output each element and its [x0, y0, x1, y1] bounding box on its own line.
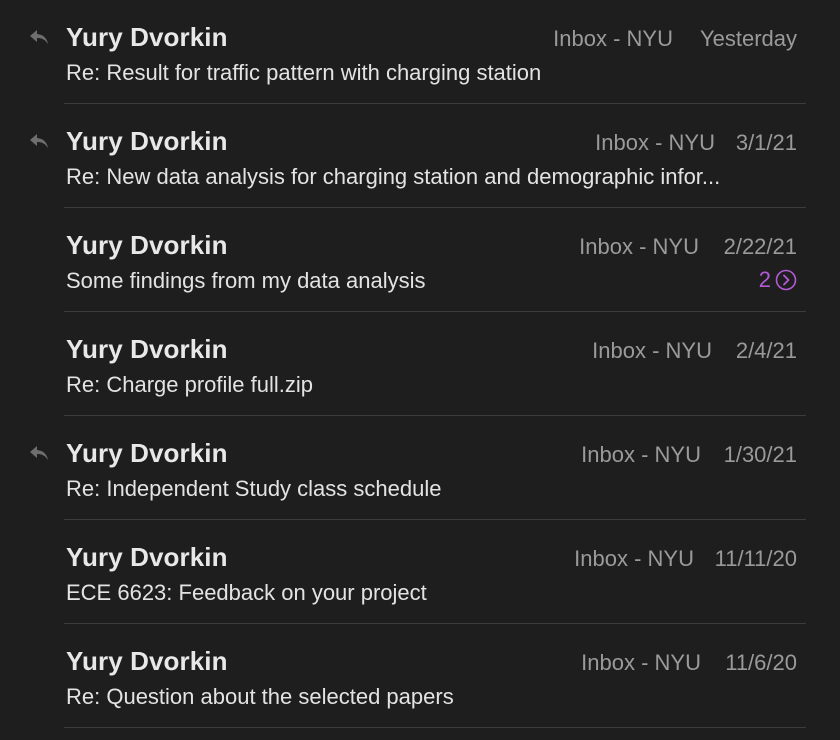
message-subject: Re: Charge profile full.zip: [66, 372, 314, 397]
chevron-right-circle-icon[interactable]: [775, 269, 797, 291]
message-date: 11/11/20: [714, 546, 797, 571]
sender-name: Yury Dvorkin: [66, 126, 228, 156]
message-date: 2/4/21: [735, 338, 797, 363]
message-subject: ECE 6623: Feedback on your project: [66, 580, 427, 605]
mailbox-label: Inbox - NYU: [579, 234, 699, 259]
reply-icon: [30, 30, 48, 44]
sender-name: Yury Dvorkin: [66, 542, 228, 572]
sender-name: Yury Dvorkin: [66, 22, 228, 52]
message-date: 11/6/20: [725, 650, 797, 675]
message-row[interactable]: Yury Dvorkin Inbox - NYU 3/1/21 Re: New …: [0, 104, 840, 208]
mailbox-label: Inbox - NYU: [595, 130, 715, 155]
message-date: 1/30/21: [723, 442, 797, 467]
message-subject: Re: Result for traffic pattern with char…: [66, 60, 542, 85]
message-row[interactable]: Yury Dvorkin Inbox - NYU 11/11/20 ECE 66…: [0, 520, 840, 624]
message-row[interactable]: Yury Dvorkin Inbox - NYU Yesterday Re: R…: [0, 0, 840, 104]
message-subject: Some findings from my data analysis: [66, 268, 426, 293]
thread-indicator[interactable]: 2: [759, 269, 797, 291]
reply-icon: [30, 134, 48, 148]
thread-count: 2: [758, 267, 771, 292]
message-row[interactable]: Yury Dvorkin Inbox - NYU 1/30/21 Re: Ind…: [0, 416, 840, 520]
message-date: 2/22/21: [723, 234, 797, 259]
message-subject: Re: New data analysis for charging stati…: [66, 164, 721, 189]
sender-name: Yury Dvorkin: [66, 438, 228, 468]
mailbox-label: Inbox - NYU: [592, 338, 712, 363]
mailbox-label: Inbox - NYU: [553, 26, 673, 51]
message-row[interactable]: Yury Dvorkin Inbox - NYU 2/4/21 Re: Char…: [0, 312, 840, 416]
message-date: 3/1/21: [735, 130, 797, 155]
sender-name: Yury Dvorkin: [66, 334, 228, 364]
message-date: Yesterday: [699, 26, 797, 51]
message-subject: Re: Question about the selected papers: [66, 684, 454, 709]
message-list: Yury Dvorkin Inbox - NYU Yesterday Re: R…: [0, 0, 840, 740]
sender-name: Yury Dvorkin: [66, 646, 228, 676]
sender-name: Yury Dvorkin: [66, 230, 228, 260]
row-divider: [64, 727, 806, 728]
message-subject: Re: Independent Study class schedule: [66, 476, 442, 501]
message-row[interactable]: Yury Dvorkin Inbox - NYU 2/22/21 Some fi…: [0, 208, 840, 312]
message-row[interactable]: Yury Dvorkin Inbox - NYU 11/6/20 Re: Que…: [0, 624, 840, 728]
mailbox-label: Inbox - NYU: [581, 650, 701, 675]
mailbox-label: Inbox - NYU: [574, 546, 694, 571]
reply-icon: [30, 446, 48, 460]
mailbox-label: Inbox - NYU: [581, 442, 701, 467]
